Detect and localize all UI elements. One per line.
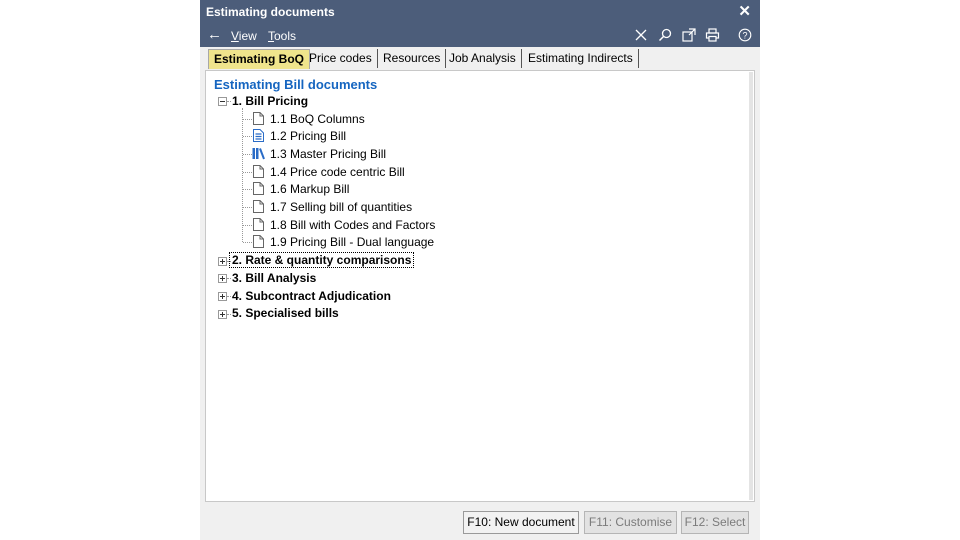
document-blue-icon — [253, 129, 264, 142]
tree-group-specialised-bills[interactable]: 5. Specialised bills — [232, 306, 339, 320]
tree-item[interactable]: 1.8 Bill with Codes and Factors — [270, 218, 435, 232]
expand-toggle[interactable] — [218, 257, 227, 266]
tree-heading: Estimating Bill documents — [214, 77, 378, 92]
tab-job-analysis[interactable]: Job Analysis — [444, 49, 522, 68]
tree-item[interactable]: 1.6 Markup Bill — [270, 182, 349, 196]
title-bar: Estimating documents ✕ — [200, 0, 760, 25]
document-tree-panel: Estimating Bill documents 1. Bill Pricin… — [205, 70, 755, 502]
vertical-scrollbar[interactable] — [749, 72, 753, 500]
tab-estimating-boq[interactable]: Estimating BoQ — [208, 49, 311, 69]
tree-item[interactable]: 1.9 Pricing Bill - Dual language — [270, 235, 434, 249]
tree-group-rate-quantity-comparisons[interactable]: 2. Rate & quantity comparisons — [228, 252, 415, 268]
expand-toggle[interactable] — [218, 310, 227, 319]
document-icon — [253, 112, 264, 125]
tree-group-bill-analysis[interactable]: 3. Bill Analysis — [232, 271, 316, 285]
tab-price-codes[interactable]: Price codes — [304, 49, 378, 68]
document-icon — [253, 200, 264, 213]
tree-group-subcontract-adjudication[interactable]: 4. Subcontract Adjudication — [232, 289, 391, 303]
footer-bar: F10: New document F11: Customise F12: Se… — [200, 503, 760, 540]
tab-resources[interactable]: Resources — [378, 49, 447, 68]
svg-text:?: ? — [742, 30, 747, 40]
tree-item[interactable]: 1.4 Price code centric Bill — [270, 165, 405, 179]
expand-toggle[interactable] — [218, 274, 227, 283]
menu-tools[interactable]: Tools — [268, 29, 296, 43]
document-icon — [253, 165, 264, 178]
window-title: Estimating documents — [206, 5, 335, 19]
document-icon — [253, 235, 264, 248]
print-icon[interactable] — [704, 27, 720, 43]
back-arrow-icon[interactable]: ← — [207, 26, 222, 43]
document-icon — [253, 218, 264, 231]
library-icon — [252, 147, 265, 160]
document-icon — [253, 182, 264, 195]
tree-item[interactable]: 1.7 Selling bill of quantities — [270, 200, 412, 214]
expand-toggle[interactable] — [218, 292, 227, 301]
search-icon[interactable] — [657, 27, 673, 43]
menu-bar: ← View Tools ? — [200, 25, 760, 47]
close-icon[interactable]: ✕ — [738, 2, 751, 20]
open-external-icon[interactable] — [681, 27, 697, 43]
customise-button[interactable]: F11: Customise — [584, 511, 677, 534]
tree-item[interactable]: 1.1 BoQ Columns — [270, 112, 365, 126]
estimating-documents-window: Estimating documents ✕ ← View Tools ? Es… — [200, 0, 760, 540]
new-document-button[interactable]: F10: New document — [463, 511, 579, 534]
tree-group-bill-pricing[interactable]: 1. Bill Pricing — [232, 94, 308, 108]
tree-item[interactable]: 1.2 Pricing Bill — [270, 129, 346, 143]
tab-estimating-indirects[interactable]: Estimating Indirects — [523, 49, 639, 68]
collapse-toggle[interactable] — [218, 97, 227, 106]
clear-icon[interactable] — [633, 27, 649, 43]
help-icon[interactable]: ? — [737, 27, 753, 43]
select-button[interactable]: F12: Select — [681, 511, 749, 534]
tree-item[interactable]: 1.3 Master Pricing Bill — [270, 147, 386, 161]
menu-view[interactable]: View — [231, 29, 257, 43]
